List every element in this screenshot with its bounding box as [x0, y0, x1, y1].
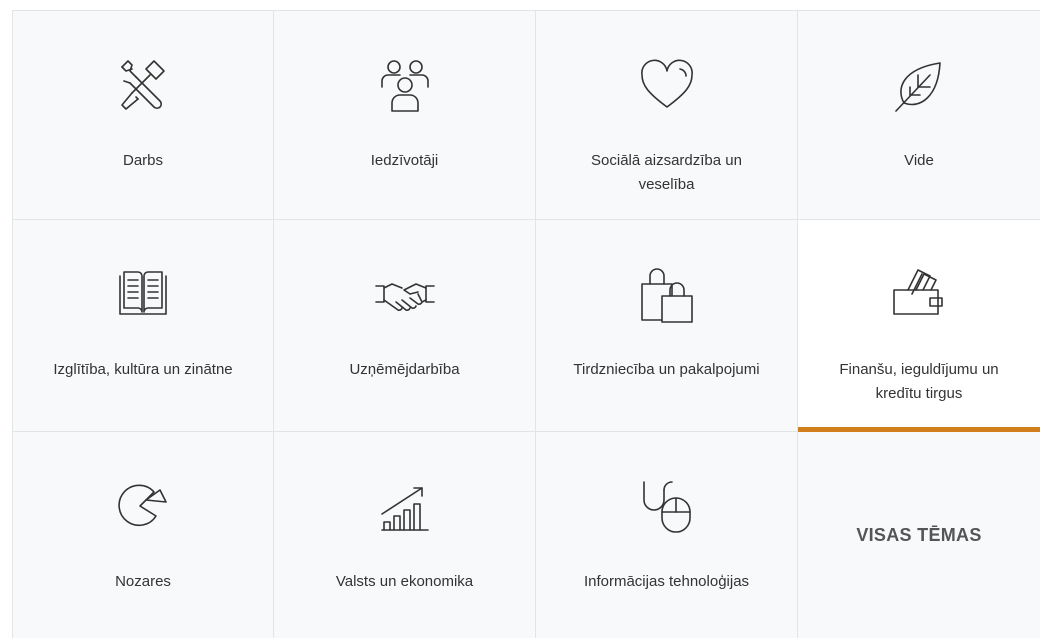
topic-label: Informācijas tehnoloģijas	[583, 573, 750, 590]
topic-label: Darbs	[122, 152, 163, 169]
leaf-icon	[886, 53, 952, 119]
topics-grid: Darbs Iedzīvotāji Sociālā aizsardzība un…	[12, 10, 1040, 638]
handshake-icon	[372, 262, 438, 328]
mouse-cable-icon	[634, 474, 700, 540]
topic-label: Iedzīvotāji	[370, 152, 439, 169]
topic-label: Nozares	[115, 573, 171, 590]
tools-icon	[110, 53, 176, 119]
book-icon	[110, 262, 176, 328]
growth-chart-icon	[372, 474, 438, 540]
topic-tile-uznemejdarbiba[interactable]: Uzņēmējdarbība	[274, 220, 536, 432]
topic-tile-informacijas[interactable]: Informācijas tehnoloģijas	[536, 432, 798, 638]
topic-label: Valsts un ekonomika	[335, 573, 474, 590]
topic-label: Izglītība, kultūra un zinātne	[53, 361, 233, 378]
heart-icon	[634, 53, 700, 119]
topic-label: Uzņēmējdarbība	[349, 361, 460, 378]
wallet-icon	[886, 262, 952, 328]
shopping-bags-icon	[634, 262, 700, 328]
people-icon	[372, 53, 438, 119]
all-topics-label: VISAS TĒMAS	[856, 524, 982, 545]
topic-label: Vide	[904, 152, 934, 169]
topic-tile-iedzivotaji[interactable]: Iedzīvotāji	[274, 10, 536, 220]
topic-tile-vide[interactable]: Vide	[798, 10, 1040, 220]
topic-label: Finanšu, ieguldījumu un kredītu tirgus	[839, 361, 999, 402]
all-topics-button[interactable]: VISAS TĒMAS	[798, 432, 1040, 638]
topic-tile-socialais[interactable]: Sociālā aizsardzība un veselība	[536, 10, 798, 220]
topic-tile-tirdznieciba[interactable]: Tirdzniecība un pakalpojumi	[536, 220, 798, 432]
pie-chart-icon	[110, 474, 176, 540]
topic-tile-nozares[interactable]: Nozares	[12, 432, 274, 638]
topic-tile-darbs[interactable]: Darbs	[12, 10, 274, 220]
topic-label: Tirdzniecība un pakalpojumi	[573, 361, 760, 378]
topic-label: Sociālā aizsardzība un veselība	[591, 152, 742, 193]
topic-tile-finansu[interactable]: Finanšu, ieguldījumu un kredītu tirgus	[798, 220, 1040, 432]
topic-tile-valsts[interactable]: Valsts un ekonomika	[274, 432, 536, 638]
topic-tile-izglitiba[interactable]: Izglītība, kultūra un zinātne	[12, 220, 274, 432]
